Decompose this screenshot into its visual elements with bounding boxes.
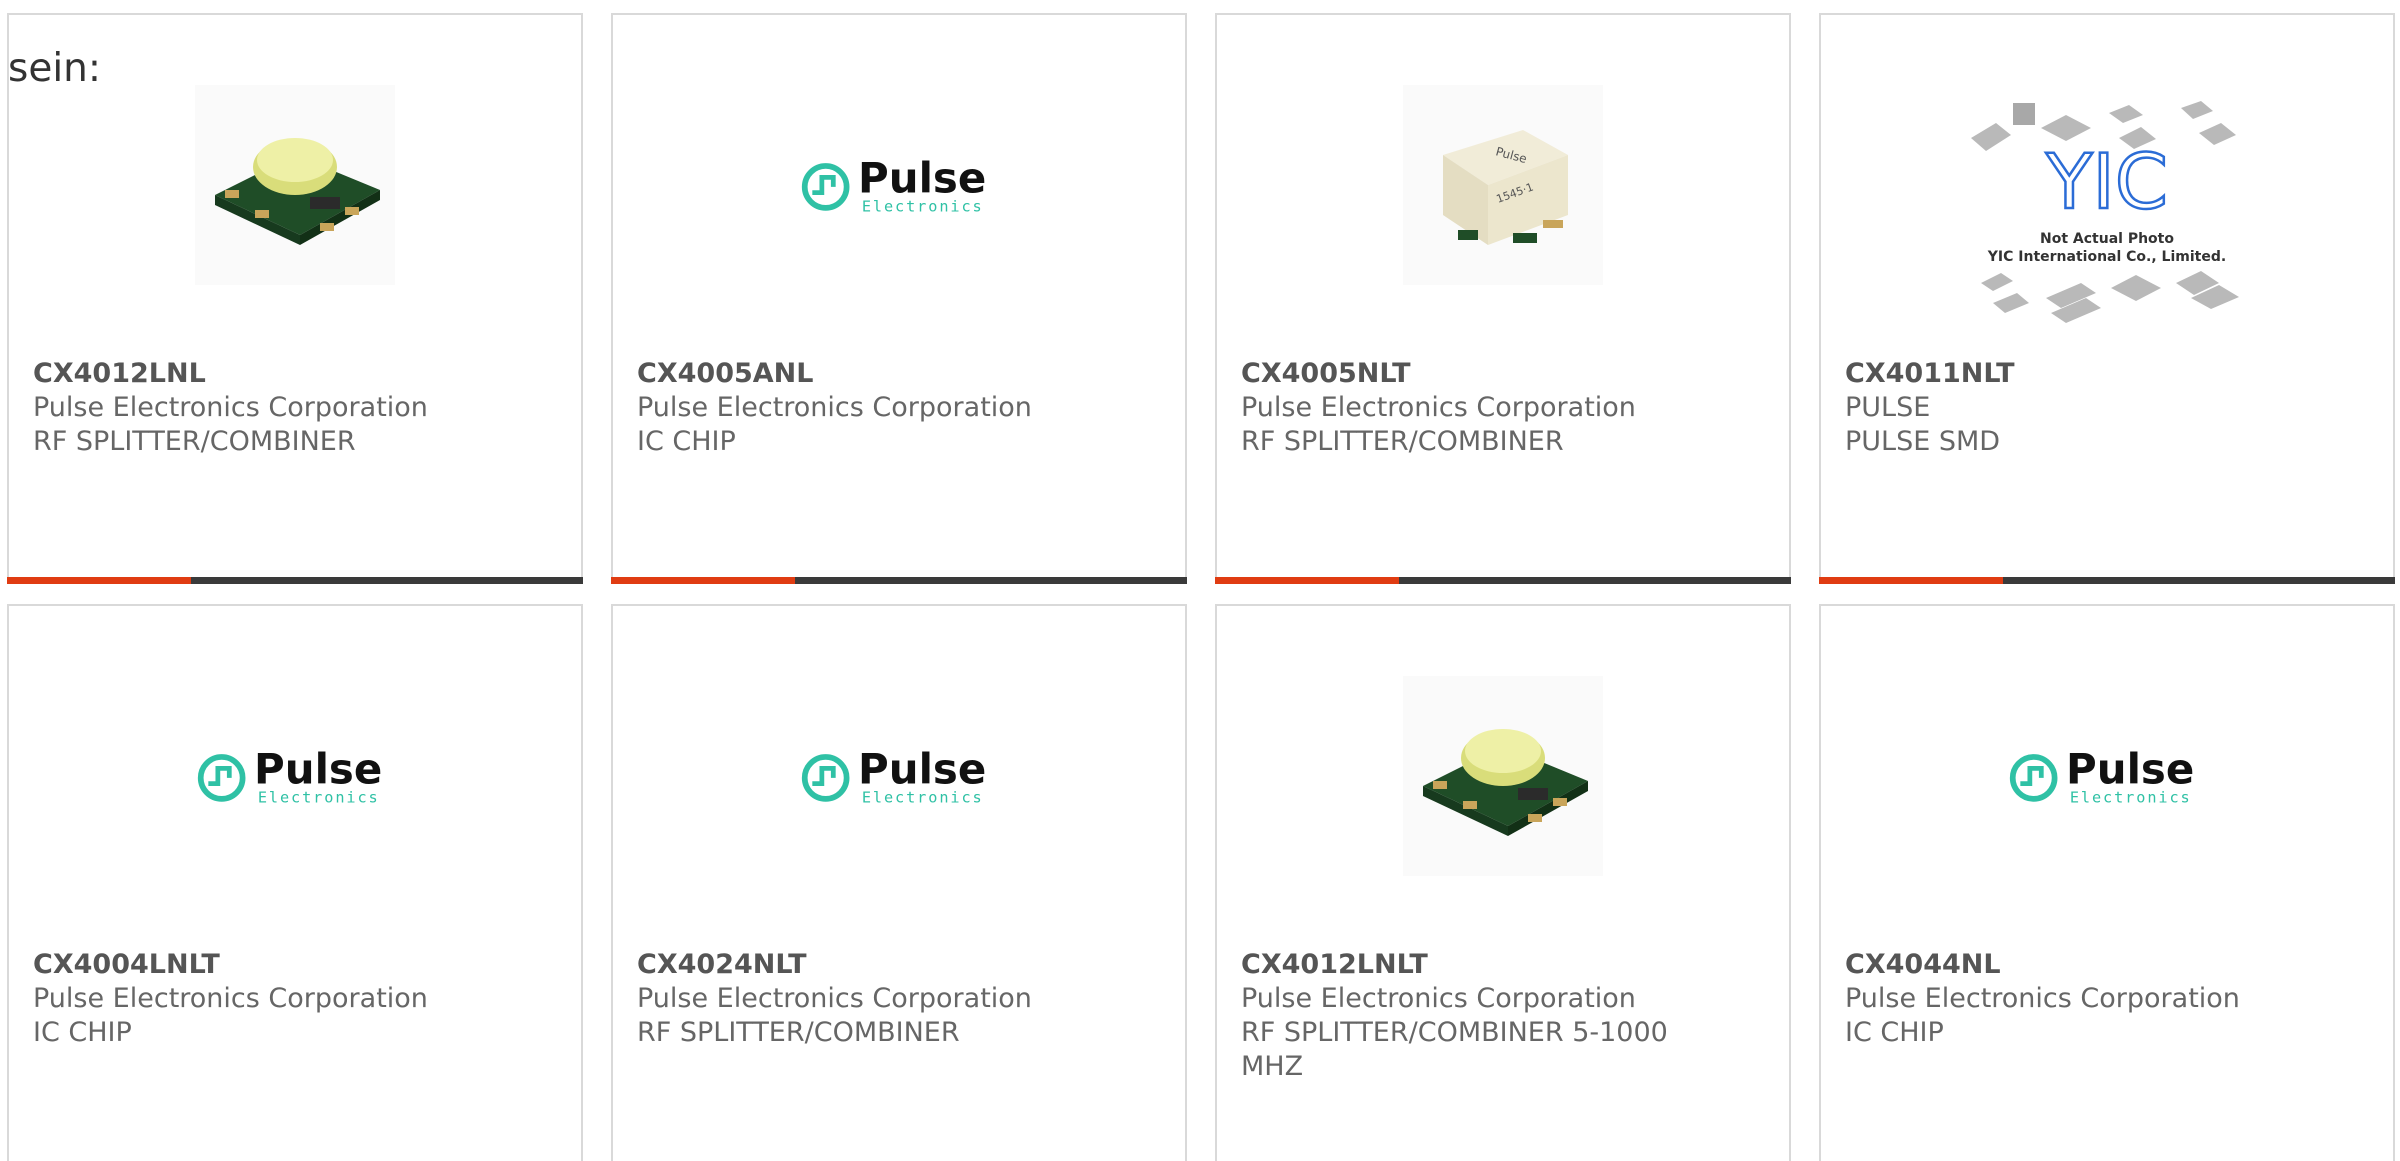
yic-line1: Not Actual Photo	[2040, 231, 2174, 247]
manufacturer: Pulse Electronics Corporation	[33, 983, 428, 1014]
pulse-logo-word: Pulse	[858, 745, 986, 794]
description: RF SPLITTER/COMBINER	[33, 426, 356, 457]
product-image	[195, 85, 395, 285]
part-number[interactable]: CX4012LNLT	[1241, 948, 1761, 982]
pulse-logo-word: Pulse	[858, 154, 986, 203]
manufacturer: PULSE	[1845, 392, 1931, 423]
card-bottom-bar	[1215, 577, 1791, 584]
part-number[interactable]: CX4005NLT	[1241, 357, 1761, 391]
manufacturer: Pulse Electronics Corporation	[1845, 983, 2240, 1014]
svg-text:YIC: YIC	[2045, 137, 2168, 226]
product-grid: CX4012LNL Pulse Electronics Corporation …	[0, 0, 2400, 1161]
pulse-logo-icon: Pulse Electronics	[801, 154, 986, 216]
description: IC CHIP	[33, 1017, 132, 1048]
pulse-logo-word: Pulse	[2066, 745, 2194, 794]
transformer-photo-icon: Pulse 1545·1	[1403, 85, 1603, 285]
part-number[interactable]: CX4005ANL	[637, 357, 1157, 391]
description: RF SPLITTER/COMBINER	[637, 1017, 960, 1048]
product-card[interactable]: Pulse Electronics CX4044NL Pulse Electro…	[1819, 604, 2395, 1161]
product-info: CX4004LNLT Pulse Electronics Corporation…	[33, 948, 553, 1050]
product-card[interactable]: YIC Not Actual Photo YIC International C…	[1819, 13, 2395, 584]
product-image: YIC Not Actual Photo YIC International C…	[1951, 83, 2263, 365]
product-card[interactable]: Pulse 1545·1 CX4005NLT Pulse Electronics…	[1215, 13, 1791, 584]
product-grid-page: sein: CX4012LNL Pulse Electronics Corpor…	[0, 0, 2400, 1161]
product-card[interactable]: CX4012LNL Pulse Electronics Corporation …	[7, 13, 583, 584]
manufacturer: Pulse Electronics Corporation	[1241, 392, 1636, 423]
yic-placeholder-icon: YIC Not Actual Photo YIC International C…	[1971, 101, 2239, 323]
product-card[interactable]: Pulse Electronics CX4005ANL Pulse Electr…	[611, 13, 1187, 584]
card-bottom-bar	[7, 577, 583, 584]
manufacturer: Pulse Electronics Corporation	[637, 392, 1032, 423]
part-number[interactable]: CX4024NLT	[637, 948, 1157, 982]
product-info: CX4012LNLT Pulse Electronics Corporation…	[1241, 948, 1761, 1084]
product-info: CX4024NLT Pulse Electronics Corporation …	[637, 948, 1157, 1050]
yic-line2: YIC International Co., Limited.	[1987, 249, 2226, 265]
manufacturer: Pulse Electronics Corporation	[1241, 983, 1636, 1014]
card-accent	[7, 577, 191, 584]
pulse-logo-sub: Electronics	[2070, 789, 2192, 807]
part-number[interactable]: CX4011NLT	[1845, 357, 2365, 391]
product-info: CX4012LNL Pulse Electronics Corporation …	[33, 357, 553, 459]
product-card[interactable]: CX4012LNLT Pulse Electronics Corporation…	[1215, 604, 1791, 1161]
description: PULSE SMD	[1845, 426, 2001, 457]
part-number[interactable]: CX4012LNL	[33, 357, 553, 391]
description: RF SPLITTER/COMBINER	[1241, 426, 1564, 457]
product-image: Pulse Electronics	[2007, 676, 2207, 876]
description: IC CHIP	[1845, 1017, 1944, 1048]
product-card[interactable]: Pulse Electronics CX4004LNLT Pulse Elect…	[7, 604, 583, 1161]
product-info: CX4005ANL Pulse Electronics Corporation …	[637, 357, 1157, 459]
pulse-logo-sub: Electronics	[862, 198, 984, 216]
card-bottom-bar	[611, 577, 1187, 584]
pulse-logo-sub: Electronics	[258, 789, 380, 807]
pulse-logo-icon: Pulse Electronics	[2009, 745, 2194, 807]
product-info: CX4005NLT Pulse Electronics Corporation …	[1241, 357, 1761, 459]
product-info: CX4044NL Pulse Electronics Corporation I…	[1845, 948, 2365, 1050]
part-number[interactable]: CX4044NL	[1845, 948, 2365, 982]
pulse-logo-word: Pulse	[254, 745, 382, 794]
product-image: Pulse Electronics	[195, 676, 395, 876]
product-card[interactable]: Pulse Electronics CX4024NLT Pulse Electr…	[611, 604, 1187, 1161]
product-info: CX4011NLT PULSE PULSE SMD	[1845, 357, 2365, 459]
pulse-logo-icon: Pulse Electronics	[801, 745, 986, 807]
product-image	[1403, 676, 1603, 876]
card-accent	[1819, 577, 2003, 584]
product-image: Pulse 1545·1	[1403, 85, 1603, 285]
pulse-logo-icon: Pulse Electronics	[197, 745, 382, 807]
description: IC CHIP	[637, 426, 736, 457]
pulse-logo-sub: Electronics	[862, 789, 984, 807]
description: RF SPLITTER/COMBINER 5-1000 MHZ	[1241, 1017, 1668, 1082]
rf-splitter-photo-icon	[195, 85, 395, 285]
card-bottom-bar	[1819, 577, 2395, 584]
card-accent	[1215, 577, 1399, 584]
manufacturer: Pulse Electronics Corporation	[637, 983, 1032, 1014]
manufacturer: Pulse Electronics Corporation	[33, 392, 428, 423]
intro-text: sein:	[8, 46, 102, 91]
rf-splitter-photo-icon	[1403, 676, 1603, 876]
product-image: Pulse Electronics	[799, 676, 999, 876]
product-image: Pulse Electronics	[799, 85, 999, 285]
card-accent	[611, 577, 795, 584]
part-number[interactable]: CX4004LNLT	[33, 948, 553, 982]
